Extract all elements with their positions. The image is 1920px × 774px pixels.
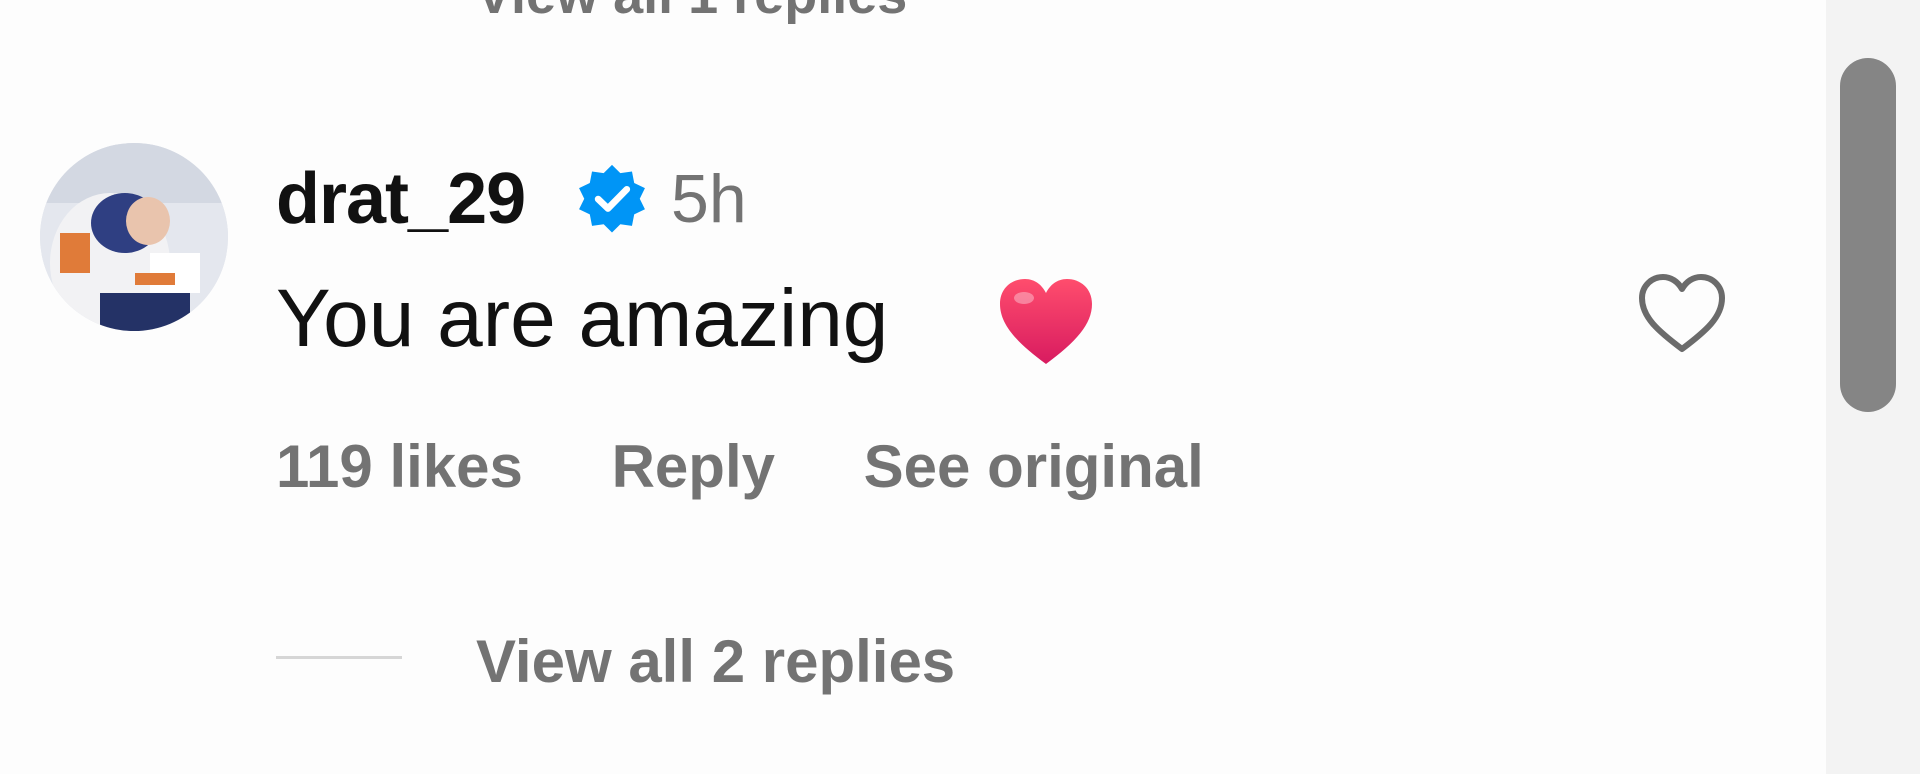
- scrollbar-thumb[interactable]: [1840, 58, 1896, 412]
- avatar[interactable]: [40, 143, 228, 331]
- view-previous-replies-link[interactable]: View all 1 replies: [476, 0, 907, 26]
- comment-panel: View all 1 replies drat_29 5h You are am…: [0, 0, 1920, 774]
- comment-actions: 119 likes Reply See original: [276, 432, 1204, 501]
- like-heart-icon[interactable]: [1634, 268, 1730, 358]
- see-original-button[interactable]: See original: [864, 432, 1204, 501]
- view-all-replies-link[interactable]: View all 2 replies: [476, 627, 955, 696]
- replies-divider: [276, 656, 402, 659]
- red-heart-emoji-icon: [1000, 279, 1092, 364]
- comment-timestamp[interactable]: 5h: [671, 160, 747, 238]
- avatar-image: [40, 143, 228, 331]
- likes-count[interactable]: 119 likes: [276, 432, 523, 501]
- reply-button[interactable]: Reply: [612, 432, 775, 501]
- comment-text: You are amazing: [276, 273, 889, 364]
- verified-badge-icon: [579, 164, 645, 233]
- comment-username[interactable]: drat_29: [276, 158, 526, 240]
